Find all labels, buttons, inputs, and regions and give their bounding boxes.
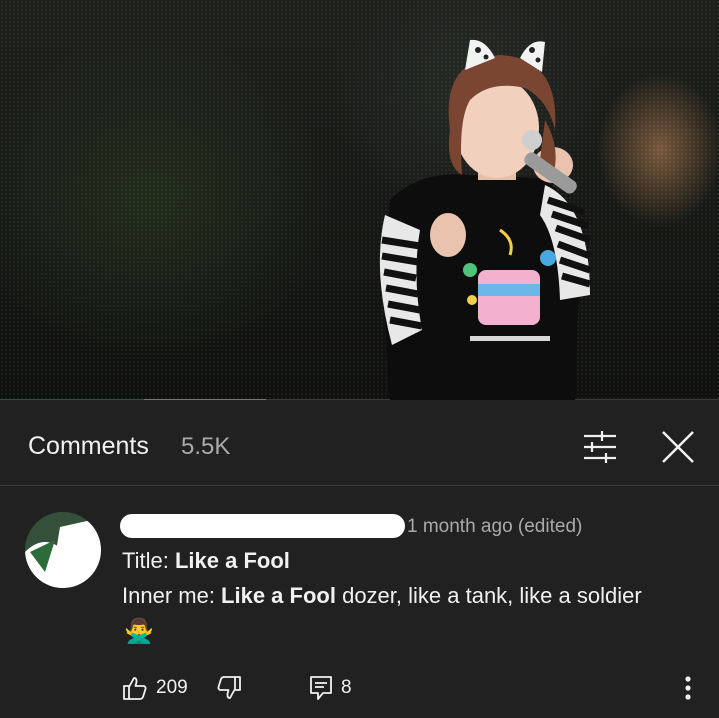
comments-header: Comments 5.5K [0, 405, 719, 486]
comment-line-2-bold: Like a Fool [221, 583, 336, 608]
reply-button[interactable]: 8 [309, 672, 352, 704]
close-icon [662, 431, 694, 463]
comment-line-2: Inner me: Like a Fool dozer, like a tank… [122, 583, 642, 609]
dislike-button[interactable] [216, 672, 242, 704]
like-count: 209 [156, 677, 188, 698]
sliders-icon [584, 431, 616, 463]
comment-line-2-suffix: dozer, like a tank, like a soldier [335, 583, 642, 608]
close-comments-button[interactable] [658, 427, 698, 467]
avatar[interactable] [25, 512, 101, 588]
thumbs-up-icon [123, 677, 147, 700]
reply-icon [310, 676, 332, 700]
like-button[interactable]: 209 [122, 672, 188, 704]
comment-timestamp: 1 month ago (edited) [407, 516, 583, 537]
avatar-image [25, 512, 101, 588]
comments-title: Comments [28, 432, 149, 460]
comment-line-2-prefix: Inner me: [122, 583, 222, 608]
thumbs-down-icon [217, 676, 241, 699]
comment-more-button[interactable] [674, 672, 702, 704]
comments-count: 5.5K [181, 433, 231, 460]
reply-count: 8 [341, 677, 352, 698]
person-gesturing-no-emoji: 🙅‍♂️ [124, 618, 154, 645]
more-vertical-icon [685, 676, 691, 700]
video-frame-performer [379, 39, 592, 400]
video-player[interactable] [0, 0, 719, 400]
sort-filter-button[interactable] [580, 429, 620, 465]
comment-item: 1 month ago (edited) Title: Like a Fool … [0, 486, 719, 718]
comment-line-1-prefix: Title: [122, 548, 175, 573]
comment-line-1-bold: Like a Fool [174, 548, 290, 573]
author-name-redacted[interactable] [120, 514, 405, 538]
comment-line-1: Title: Like a Fool [122, 548, 290, 574]
